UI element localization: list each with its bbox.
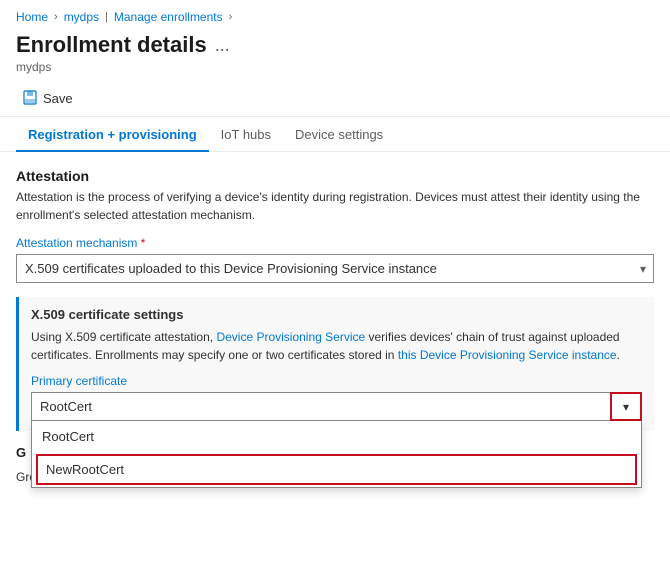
- cert-settings-box: X.509 certificate settings Using X.509 c…: [16, 297, 654, 431]
- save-label: Save: [43, 91, 73, 106]
- breadcrumb: Home › mydps | Manage enrollments ›: [0, 0, 670, 28]
- tab-iot-hubs[interactable]: IoT hubs: [209, 119, 283, 152]
- cert-settings-description: Using X.509 certificate attestation, Dev…: [31, 328, 642, 364]
- dropdown-item-newrootcert[interactable]: NewRootCert: [36, 454, 637, 485]
- attestation-title: Attestation: [16, 168, 654, 184]
- cert-link[interactable]: Device Provisioning Service: [216, 330, 365, 344]
- breadcrumb-sep-1: ›: [54, 11, 58, 23]
- attestation-description: Attestation is the process of verifying …: [16, 188, 654, 224]
- chevron-down-icon: ▾: [623, 400, 629, 414]
- content-area: Attestation Attestation is the process o…: [0, 152, 670, 490]
- primary-cert-dropdown-list: RootCert NewRootCert: [31, 421, 642, 488]
- primary-cert-input[interactable]: RootCert: [31, 392, 642, 421]
- save-icon: [22, 90, 38, 106]
- page-header: Enrollment details ... mydps: [0, 28, 670, 80]
- primary-cert-dropdown-container: RootCert ▾ RootCert NewRootCert: [31, 392, 642, 421]
- breadcrumb-sep-2: ›: [229, 11, 233, 23]
- page-subtitle: mydps: [16, 60, 654, 74]
- primary-cert-chevron-button[interactable]: ▾: [610, 392, 642, 421]
- page-title-text: Enrollment details: [16, 32, 207, 58]
- dropdown-item-rootcert[interactable]: RootCert: [32, 421, 641, 452]
- tab-device-settings[interactable]: Device settings: [283, 119, 395, 152]
- mechanism-field-label: Attestation mechanism *: [16, 236, 654, 250]
- more-options-button[interactable]: ...: [215, 35, 230, 56]
- service-instance-link[interactable]: this Device Provisioning Service instanc…: [398, 348, 617, 362]
- breadcrumb-mydps[interactable]: mydps: [64, 10, 99, 24]
- breadcrumb-manage-enrollments[interactable]: Manage enrollments: [114, 10, 223, 24]
- group-label-char: G: [16, 445, 26, 460]
- primary-cert-value: RootCert: [40, 399, 92, 414]
- cert-settings-title: X.509 certificate settings: [31, 307, 642, 322]
- mechanism-select-wrapper: X.509 certificates uploaded to this Devi…: [16, 254, 654, 283]
- toolbar: Save: [0, 80, 670, 117]
- mechanism-select[interactable]: X.509 certificates uploaded to this Devi…: [16, 254, 654, 283]
- primary-cert-label: Primary certificate: [31, 374, 642, 388]
- attestation-section: Attestation Attestation is the process o…: [16, 168, 654, 431]
- tabs-bar: Registration + provisioning IoT hubs Dev…: [0, 119, 670, 152]
- breadcrumb-home[interactable]: Home: [16, 10, 48, 24]
- breadcrumb-pipe: |: [105, 11, 108, 23]
- save-button[interactable]: Save: [16, 86, 79, 110]
- tab-registration-provisioning[interactable]: Registration + provisioning: [16, 119, 209, 152]
- page-title: Enrollment details ...: [16, 32, 654, 58]
- required-marker: *: [137, 236, 145, 250]
